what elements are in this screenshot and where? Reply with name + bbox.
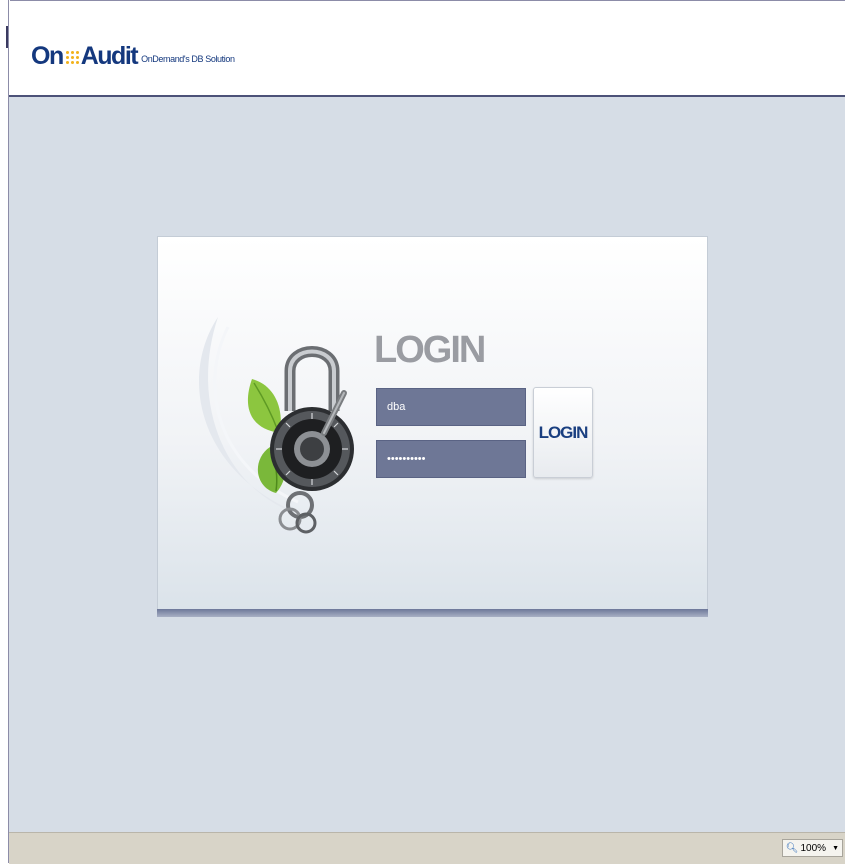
page-header: On Audit OnDemand's DB Solution bbox=[9, 1, 845, 97]
username-field[interactable] bbox=[376, 388, 526, 426]
logo-dots-icon bbox=[65, 51, 79, 64]
logo-word-on: On bbox=[31, 42, 64, 70]
password-field[interactable] bbox=[376, 440, 526, 478]
zoom-icon: 🔍︎ bbox=[785, 842, 799, 854]
login-title: LOGIN bbox=[374, 329, 486, 371]
login-button[interactable]: LOGIN bbox=[533, 387, 593, 478]
padlock-key-icon bbox=[247, 346, 354, 534]
left-border-tick bbox=[6, 26, 8, 48]
zoom-control[interactable]: 🔍︎ 100% ▼ bbox=[781, 839, 843, 857]
status-bar: 🔍︎ 100% ▼ bbox=[9, 832, 845, 864]
zoom-level: 100% bbox=[800, 842, 827, 854]
chevron-down-icon: ▼ bbox=[832, 844, 839, 852]
login-panel: LOGIN LOGIN bbox=[157, 236, 708, 610]
logo-word-audit: Audit bbox=[80, 42, 139, 70]
logo-tagline: OnDemand's DB Solution bbox=[141, 54, 235, 64]
login-panel-footer bbox=[157, 609, 708, 617]
onaudit-logo[interactable]: On Audit OnDemand's DB Solution bbox=[31, 42, 235, 70]
